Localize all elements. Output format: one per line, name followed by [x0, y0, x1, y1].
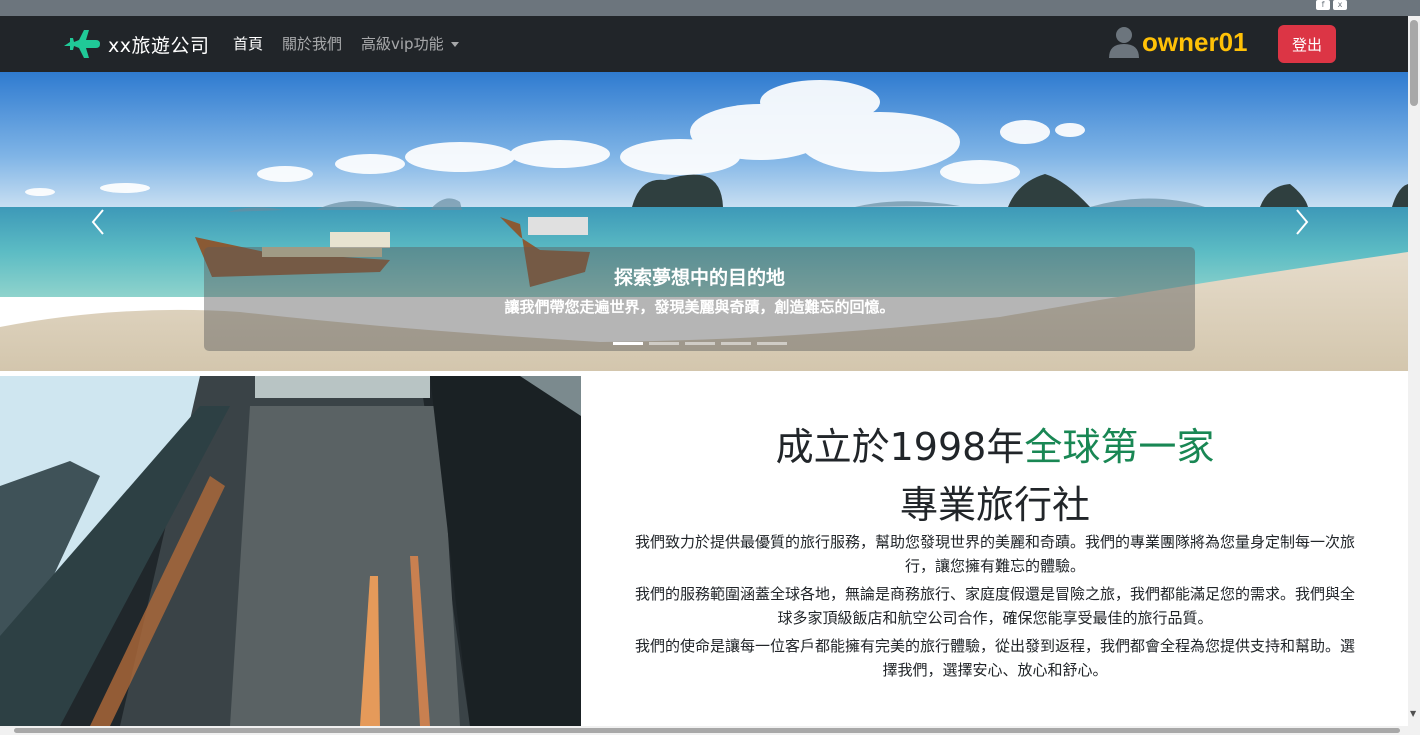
user-info: owner01 [1109, 26, 1248, 58]
chevron-left-icon[interactable] [88, 207, 108, 237]
airplane-icon [64, 30, 100, 58]
caption-subtitle: 讓我們帶您走遍世界，發現美麗與奇蹟，創造難忘的回憶。 [504, 298, 895, 316]
carousel-indicator-2[interactable] [649, 342, 679, 345]
hero-carousel: 探索夢想中的目的地 讓我們帶您走遍世界，發現美麗與奇蹟，創造難忘的回憶。 [0, 72, 1408, 371]
scroll-down-arrow-icon[interactable]: ▼ [1410, 709, 1416, 718]
person-icon [1109, 27, 1139, 58]
nav-vip-dropdown[interactable]: 高級vip功能 [361, 33, 459, 54]
carousel-indicator-5[interactable] [757, 342, 787, 345]
logout-button[interactable]: 登出 [1278, 25, 1336, 63]
navbar: xx旅遊公司 首頁 關於我們 高級vip功能 owner01 登出 [0, 16, 1408, 72]
carousel-indicators [613, 342, 793, 345]
facebook-icon[interactable]: f [1316, 0, 1330, 10]
carousel-caption: 探索夢想中的目的地 讓我們帶您走遍世界，發現美麗與奇蹟，創造難忘的回憶。 [204, 247, 1195, 351]
vertical-scroll-thumb[interactable] [1410, 20, 1418, 106]
about-paragraph-2: 我們的服務範圍涵蓋全球各地，無論是商務旅行、家庭度假還是冒險之旅，我們都能滿足您… [634, 585, 1355, 627]
headline-highlight: 全球第一家 [1024, 425, 1215, 469]
horizontal-scrollbar[interactable] [0, 726, 1408, 735]
vertical-scrollbar[interactable]: ▼ [1408, 16, 1420, 735]
building-photo [0, 376, 581, 726]
username: owner01 [1142, 26, 1248, 57]
x-icon[interactable]: x [1333, 0, 1347, 10]
brand-name: xx旅遊公司 [108, 34, 210, 57]
about-headline: 成立於1998年全球第一家 [600, 416, 1390, 471]
caption-title: 探索夢想中的目的地 [613, 267, 785, 289]
nav-vip-label: 高級vip功能 [361, 35, 444, 53]
brand[interactable]: xx旅遊公司 [62, 28, 210, 60]
about-paragraph-1: 我們致力於提供最優質的旅行服務，幫助您發現世界的美麗和奇蹟。我們的專業團隊將為您… [634, 533, 1355, 575]
browser-top-strip: f x [0, 0, 1420, 16]
carousel-indicator-4[interactable] [721, 342, 751, 345]
chevron-right-icon[interactable] [1292, 207, 1312, 237]
about-headline-line2: 專業旅行社 [899, 483, 1090, 527]
building-image [0, 376, 581, 726]
carousel-indicator-3[interactable] [685, 342, 715, 345]
nav-about[interactable]: 關於我們 [282, 33, 342, 54]
nav-home[interactable]: 首頁 [233, 33, 263, 54]
caret-down-icon [450, 42, 459, 47]
carousel-indicator-1[interactable] [613, 342, 643, 345]
headline-part1: 成立於1998年 [775, 425, 1025, 469]
horizontal-scroll-thumb[interactable] [14, 728, 1400, 733]
about-paragraph-3: 我們的使命是讓每一位客戶都能擁有完美的旅行體驗，從出發到返程，我們都會全程為您提… [634, 637, 1355, 679]
